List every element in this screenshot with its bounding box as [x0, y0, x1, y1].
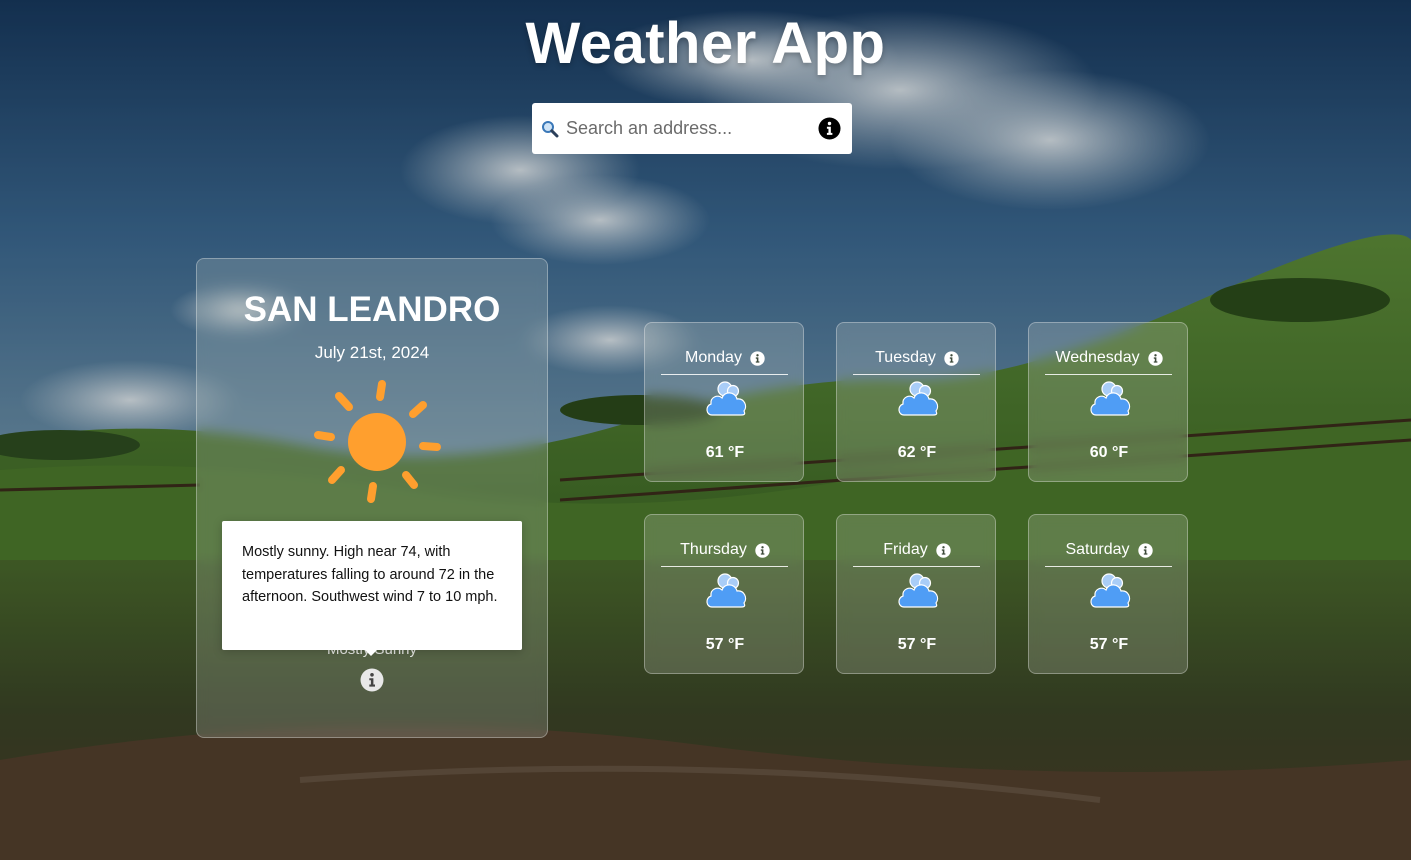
app-screen: Weather App SAN LEANDRO July 21st, 2024 … — [0, 0, 1411, 860]
current-info-icon[interactable] — [360, 668, 384, 692]
forecast-temperature: 57 °F — [705, 636, 745, 653]
forecast-temperature: 57 °F — [1089, 636, 1129, 653]
forecast-info-icon[interactable] — [1147, 350, 1163, 366]
forecast-temperature: 61 °F — [705, 444, 745, 461]
forecast-info-icon[interactable] — [755, 542, 770, 558]
forecast-divider — [1045, 566, 1172, 567]
forecast-day-label: Friday — [883, 541, 928, 558]
city-name: SAN LEANDRO — [243, 290, 501, 329]
partly-cloudy-icon — [1090, 573, 1131, 608]
forecast-day-name: Monday — [661, 349, 789, 367]
partly-cloudy-icon — [1090, 381, 1131, 416]
forecast-day-name: Tuesday — [853, 349, 981, 367]
tooltip-arrow — [364, 649, 378, 656]
forecast-card-wednesday: Wednesday 60 °F — [1028, 322, 1188, 482]
forecast-divider — [661, 374, 788, 375]
forecast-temperature: 57 °F — [897, 636, 937, 653]
forecast-card-friday: Friday 57 °F — [836, 514, 996, 674]
forecast-info-icon[interactable] — [936, 542, 951, 558]
forecast-info-icon[interactable] — [750, 350, 765, 366]
app-title: Weather App — [525, 11, 886, 76]
forecast-day-name: Wednesday — [1045, 349, 1173, 367]
search-info-icon[interactable] — [818, 117, 841, 140]
partly-cloudy-icon — [898, 381, 939, 416]
current-date: July 21st, 2024 — [314, 343, 430, 362]
sun-icon — [314, 380, 441, 503]
forecast-divider — [661, 566, 788, 567]
forecast-card-monday: Monday 61 °F — [644, 322, 804, 482]
search-input[interactable] — [566, 103, 806, 154]
forecast-day-label: Tuesday — [875, 349, 936, 366]
search-bar[interactable] — [532, 103, 852, 154]
forecast-temperature: 60 °F — [1089, 444, 1129, 461]
forecast-card-saturday: Saturday 57 °F — [1028, 514, 1188, 674]
partly-cloudy-icon — [706, 381, 747, 416]
forecast-day-label: Monday — [685, 349, 742, 366]
forecast-day-name: Saturday — [1045, 541, 1173, 559]
partly-cloudy-icon — [706, 573, 747, 608]
forecast-day-label: Thursday — [680, 541, 747, 558]
forecast-tooltip: Mostly sunny. High near 74, with tempera… — [222, 521, 522, 650]
forecast-divider — [853, 566, 980, 567]
forecast-divider — [853, 374, 980, 375]
forecast-day-name: Friday — [853, 541, 981, 559]
forecast-day-name: Thursday — [661, 541, 789, 559]
forecast-day-label: Saturday — [1065, 541, 1130, 558]
forecast-divider — [1045, 374, 1172, 375]
forecast-info-icon[interactable] — [944, 350, 959, 366]
forecast-day-label: Wednesday — [1055, 349, 1140, 366]
forecast-info-icon[interactable] — [1137, 542, 1153, 558]
forecast-temperature: 62 °F — [897, 444, 937, 461]
search-icon — [542, 121, 559, 138]
forecast-card-tuesday: Tuesday 62 °F — [836, 322, 996, 482]
partly-cloudy-icon — [898, 573, 939, 608]
forecast-card-thursday: Thursday 57 °F — [644, 514, 804, 674]
